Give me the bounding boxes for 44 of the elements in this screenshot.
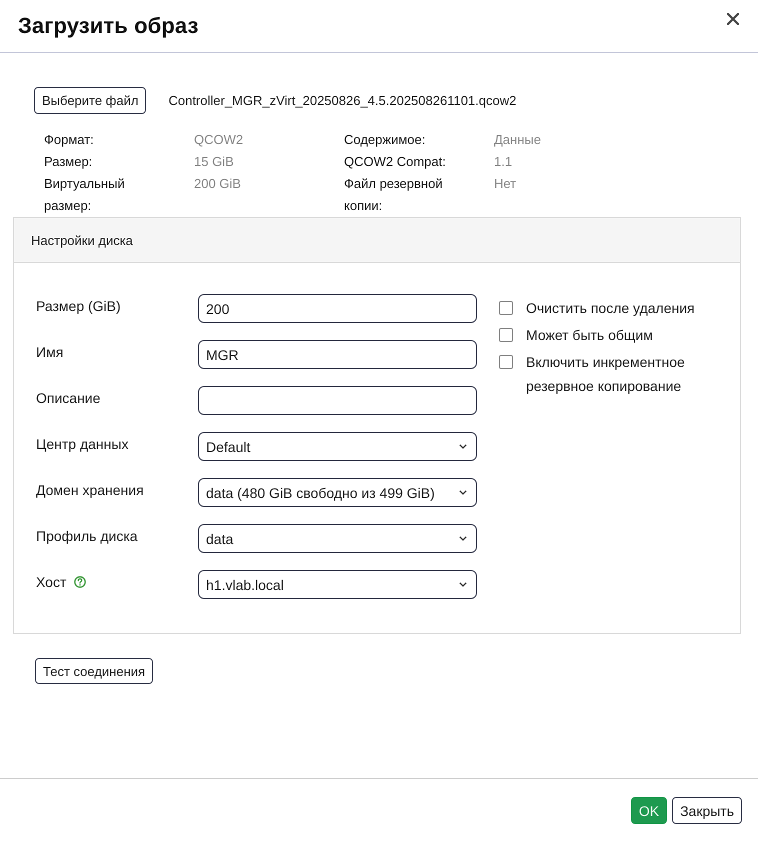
dropdown[interactable]: data (480 GiB свободно из 499 GiB) xyxy=(198,478,477,507)
info-value: Данные xyxy=(494,131,541,149)
chevron-down-icon xyxy=(459,490,467,495)
info-label: Размер: xyxy=(44,153,94,171)
close-icon[interactable] xyxy=(727,13,739,25)
chevron-down-icon xyxy=(459,582,467,587)
info-value: 1.1 xyxy=(494,153,512,171)
info-label: Содержимое: xyxy=(344,131,426,149)
dropdown[interactable]: Default xyxy=(198,432,477,461)
file-name: Controller_MGR_zVirt_20250826_4.5.202508261101.qcow2 xyxy=(168,93,516,108)
field-label: Профиль диска xyxy=(36,527,138,546)
info-label: Виртуальный размер: xyxy=(44,175,126,215)
close-button[interactable]: Закрыть xyxy=(672,797,742,824)
info-label: QCOW2 Compat: xyxy=(344,153,447,171)
field-label: Имя xyxy=(36,343,64,362)
info-value: 15 GiB xyxy=(194,153,234,171)
checkbox[interactable] xyxy=(499,355,513,369)
text-field[interactable]: MGR xyxy=(198,340,477,369)
test-connection-button[interactable]: Тест соединения xyxy=(35,658,154,684)
panel-title: Настройки диска xyxy=(14,218,740,263)
text-field[interactable]: 200 xyxy=(198,294,477,323)
text-field[interactable] xyxy=(198,386,477,415)
dropdown[interactable]: h1.vlab.local xyxy=(198,570,477,599)
dialog-title: Загрузить образ xyxy=(18,13,199,39)
checkbox[interactable] xyxy=(499,328,513,342)
field-label: Хост xyxy=(36,573,66,592)
dropdown[interactable]: data xyxy=(198,524,477,553)
checkbox-label: Может быть общим xyxy=(526,326,654,345)
help-icon[interactable] xyxy=(74,576,86,588)
field-label: Размер (GiB) xyxy=(36,297,121,316)
info-value: QCOW2 xyxy=(194,131,244,149)
info-label: Файл резервной копии: xyxy=(344,175,444,215)
info-value: 200 GiB xyxy=(194,175,241,193)
checkbox-label: Очистить после удаления xyxy=(526,299,696,318)
chevron-down-icon xyxy=(459,444,467,449)
choose-file-button[interactable]: Выберите файл xyxy=(34,87,146,114)
field-label: Домен хранения xyxy=(36,481,144,500)
field-label: Центр данных xyxy=(36,435,128,454)
info-value: Нет xyxy=(494,175,516,193)
info-label: Формат: xyxy=(44,131,95,149)
checkbox[interactable] xyxy=(499,301,513,315)
chevron-down-icon xyxy=(459,536,467,541)
field-label: Описание xyxy=(36,389,100,408)
checkbox-label: Включить инкрементное резервное копирование xyxy=(526,353,686,396)
